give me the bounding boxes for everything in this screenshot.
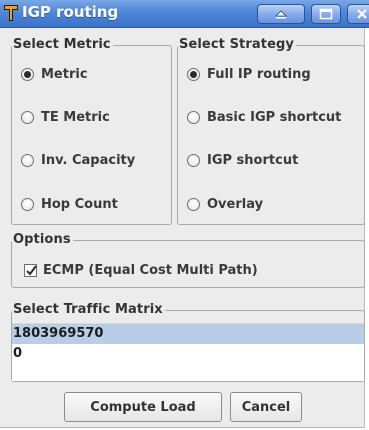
option-label: Basic IGP shortcut — [207, 110, 342, 125]
strategy-option-basic-igp-shortcut[interactable]: Basic IGP shortcut — [187, 110, 341, 125]
radio-button[interactable] — [21, 111, 34, 124]
igp-routing-dialog: IGP routing Select Metric Metric TE Metr… — [0, 0, 369, 428]
metric-group: Select Metric Metric TE Metric Inv. Capa… — [11, 37, 172, 225]
option-label: TE Metric — [41, 110, 110, 125]
strategy-option-igp-shortcut[interactable]: IGP shortcut — [187, 153, 298, 168]
option-label: Hop Count — [41, 197, 118, 212]
radio-button[interactable] — [21, 68, 34, 81]
option-label: Metric — [41, 67, 88, 82]
close-icon — [357, 9, 367, 19]
options-group: Options ECMP (Equal Cost Multi Path) — [11, 232, 365, 288]
metric-option-hop-count[interactable]: Hop Count — [21, 197, 118, 212]
strategy-group-title: Select Strategy — [178, 37, 296, 52]
maximize-icon — [319, 8, 333, 20]
option-label: Overlay — [207, 197, 264, 212]
title-bar[interactable]: IGP routing — [0, 0, 369, 28]
ecmp-checkbox[interactable] — [24, 264, 37, 277]
strategy-group: Select Strategy Full IP routing Basic IG… — [177, 37, 365, 225]
close-button[interactable] — [347, 4, 369, 24]
option-label: Inv. Capacity — [41, 153, 136, 168]
metric-group-title: Select Metric — [12, 37, 113, 52]
radio-button[interactable] — [187, 198, 200, 211]
list-item[interactable]: 1803969570 — [12, 324, 364, 344]
cancel-button[interactable]: Cancel — [230, 392, 302, 422]
traffic-matrix-list[interactable]: 1803969570 0 — [12, 323, 364, 381]
metric-option-te-metric[interactable]: TE Metric — [21, 110, 110, 125]
window-title: IGP routing — [22, 3, 119, 21]
ecmp-label: ECMP (Equal Cost Multi Path) — [43, 263, 258, 278]
list-item[interactable]: 0 — [12, 344, 364, 364]
shade-button[interactable] — [257, 4, 305, 24]
metric-option-inv-capacity[interactable]: Inv. Capacity — [21, 153, 135, 168]
option-label: Full IP routing — [207, 67, 311, 82]
radio-button[interactable] — [21, 154, 34, 167]
compute-load-button[interactable]: Compute Load — [64, 392, 222, 422]
radio-button[interactable] — [187, 154, 200, 167]
strategy-option-overlay[interactable]: Overlay — [187, 197, 263, 212]
options-group-title: Options — [12, 232, 73, 247]
traffic-matrix-title: Select Traffic Matrix — [12, 302, 165, 317]
maximize-button[interactable] — [311, 4, 341, 24]
radio-button[interactable] — [21, 198, 34, 211]
radio-button[interactable] — [187, 111, 200, 124]
metric-option-metric[interactable]: Metric — [21, 67, 88, 82]
shade-icon — [275, 10, 287, 19]
checkmark-icon — [26, 265, 37, 276]
option-label: IGP shortcut — [207, 153, 299, 168]
strategy-option-full-ip[interactable]: Full IP routing — [187, 67, 311, 82]
ecmp-option[interactable]: ECMP (Equal Cost Multi Path) — [24, 263, 258, 278]
tool-t-icon — [4, 5, 18, 21]
radio-button[interactable] — [187, 68, 200, 81]
traffic-matrix-group: Select Traffic Matrix 1803969570 0 — [11, 302, 365, 382]
